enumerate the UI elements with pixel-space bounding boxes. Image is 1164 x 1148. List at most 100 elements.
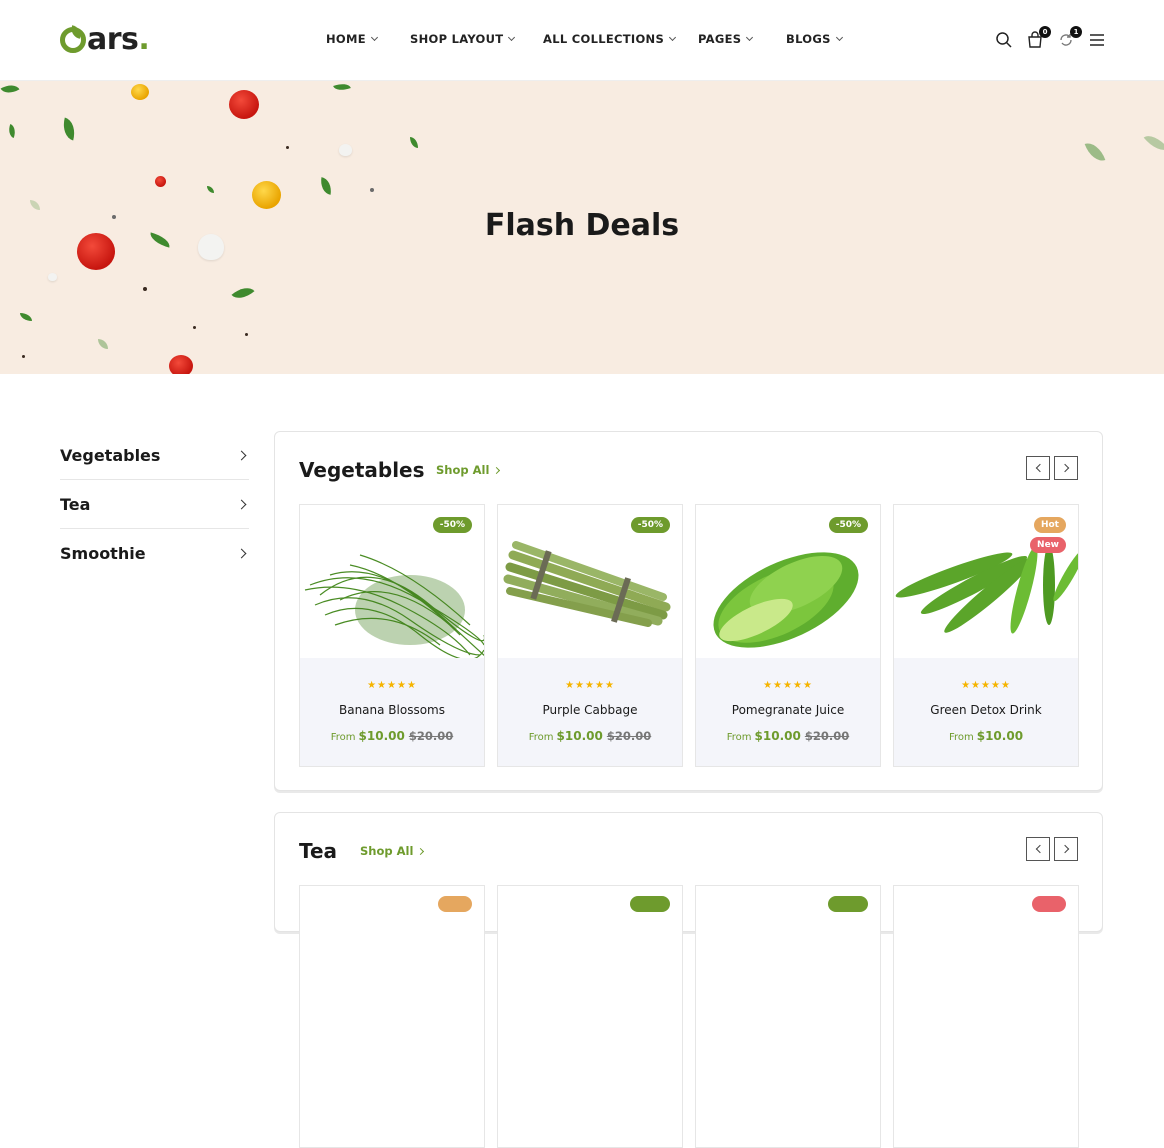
- rating-stars: ★★★★★: [367, 680, 417, 691]
- product-image[interactable]: -50%: [300, 505, 484, 658]
- leaf-decoration: [59, 117, 79, 141]
- logo[interactable]: ars .: [60, 22, 150, 58]
- product-card[interactable]: Hot New ★★★★★ Green Detox Drink From $10.…: [893, 504, 1079, 767]
- chevron-down-icon: [746, 33, 754, 42]
- nav-shop-layout[interactable]: SHOP LAYOUT: [410, 32, 516, 46]
- product-image[interactable]: Hot New: [894, 505, 1078, 658]
- leaf-decoration: [231, 281, 255, 305]
- product-card[interactable]: -50% ★★★★★ Banana Blossoms From $10.00 $20…: [299, 504, 485, 767]
- leaf-decoration: [98, 339, 108, 349]
- nav-pages[interactable]: PAGES: [698, 32, 754, 46]
- seed-decoration: [22, 355, 25, 358]
- seed-decoration: [286, 146, 289, 149]
- search-icon[interactable]: [995, 31, 1013, 49]
- chevron-down-icon: [370, 33, 378, 42]
- carousel-prev-button[interactable]: [1026, 456, 1050, 480]
- page-title: Flash Deals: [484, 208, 680, 243]
- product-info: ★★★★★ Banana Blossoms From $10.00 $20.00: [300, 658, 484, 766]
- product-price: From $10.00: [894, 729, 1078, 743]
- site-header: ars . HOME SHOP LAYOUT ALL COLLECTIONS P…: [0, 0, 1164, 81]
- leaf-decoration: [20, 313, 32, 321]
- shop-all-link[interactable]: Shop All: [436, 463, 501, 477]
- product-name[interactable]: Banana Blossoms: [300, 703, 484, 717]
- logo-text: ars: [87, 22, 139, 57]
- current-price: $10.00: [754, 729, 801, 743]
- product-name[interactable]: Purple Cabbage: [498, 703, 682, 717]
- rating-stars: ★★★★★: [763, 680, 813, 691]
- nav-home[interactable]: HOME: [326, 32, 378, 46]
- price-from-label: From: [948, 732, 974, 743]
- seed-decoration: [193, 326, 196, 329]
- menu-icon[interactable]: [1088, 31, 1106, 49]
- leaf-decoration: [410, 137, 418, 148]
- product-name[interactable]: Green Detox Drink: [894, 703, 1078, 717]
- product-card[interactable]: [695, 885, 881, 1148]
- leaf-decoration: [207, 186, 214, 193]
- product-info: ★★★★★ Purple Cabbage From $10.00 $20.00: [498, 658, 682, 766]
- leaf-decoration: [333, 81, 351, 94]
- product-price: From $10.00 $20.00: [498, 729, 682, 743]
- flash-deals-banner: Flash Deals: [0, 81, 1164, 374]
- compare-count-badge: 1: [1070, 26, 1082, 38]
- shop-all-link[interactable]: Shop All: [360, 844, 425, 858]
- sidebar-item-vegetables[interactable]: Vegetables: [60, 431, 249, 480]
- tomato-decoration: [131, 84, 149, 100]
- carousel-next-button[interactable]: [1054, 837, 1078, 861]
- chevron-left-icon: [1035, 844, 1044, 854]
- chevron-left-icon: [1035, 463, 1044, 473]
- chevron-right-icon: [236, 499, 247, 509]
- price-from-label: From: [528, 732, 554, 743]
- tomato-decoration: [169, 355, 193, 374]
- nav-all-collections[interactable]: ALL COLLECTIONS: [543, 32, 677, 46]
- nav-blogs[interactable]: BLOGS: [786, 32, 843, 46]
- compare-icon[interactable]: 1: [1057, 26, 1082, 49]
- leaf-decoration: [6, 123, 18, 139]
- section-title: Vegetables: [299, 458, 425, 482]
- product-image[interactable]: -50%: [696, 505, 880, 658]
- product-card[interactable]: [893, 885, 1079, 1148]
- chevron-down-icon: [835, 33, 843, 42]
- old-price: $20.00: [408, 729, 454, 743]
- vegetables-section: Vegetables Shop All -50% ★★★★★ Banana Bl…: [274, 431, 1103, 791]
- rating-stars: ★★★★★: [961, 680, 1011, 691]
- logo-dot: .: [138, 22, 150, 57]
- carousel-next-button[interactable]: [1054, 456, 1078, 480]
- discount-badge: -50%: [432, 517, 472, 533]
- discount-badge: -50%: [828, 517, 868, 533]
- badge: [828, 896, 868, 912]
- product-card[interactable]: [497, 885, 683, 1148]
- chevron-down-icon: [508, 33, 516, 42]
- chevron-right-icon: [417, 847, 425, 855]
- product-card[interactable]: -50% ★★★★★ Pomegranate Juice From $10.00 $…: [695, 504, 881, 767]
- cart-icon[interactable]: 0: [1026, 26, 1051, 49]
- category-sidebar: Vegetables Tea Smoothie: [60, 431, 249, 578]
- old-price: $20.00: [606, 729, 652, 743]
- leaf-decoration: [1084, 139, 1106, 165]
- garlic-decoration: [339, 144, 352, 156]
- nav-all-collections-label: ALL COLLECTIONS: [543, 32, 665, 46]
- sidebar-item-tea[interactable]: Tea: [60, 480, 249, 529]
- sidebar-item-label: Vegetables: [60, 445, 161, 465]
- product-info: ★★★★★ Green Detox Drink From $10.00: [894, 658, 1078, 766]
- product-image[interactable]: -50%: [498, 505, 682, 658]
- badge: [630, 896, 670, 912]
- tomato-decoration: [252, 181, 281, 209]
- leaf-decoration: [1143, 129, 1164, 157]
- shop-all-label: Shop All: [436, 463, 490, 477]
- nav-shop-layout-label: SHOP LAYOUT: [410, 32, 504, 46]
- product-card[interactable]: -50% ★★★★★ Purple Cabbage From $10.00 $20.…: [497, 504, 683, 767]
- hot-badge: Hot: [1033, 517, 1066, 533]
- sidebar-item-smoothie[interactable]: Smoothie: [60, 529, 249, 578]
- seed-decoration: [370, 188, 374, 192]
- seed-decoration: [143, 287, 147, 291]
- product-card[interactable]: [299, 885, 485, 1148]
- section-title: Tea: [299, 839, 338, 863]
- tea-section: Tea Shop All: [274, 812, 1103, 1148]
- chevron-down-icon: [669, 33, 677, 42]
- product-name[interactable]: Pomegranate Juice: [696, 703, 880, 717]
- sidebar-item-label: Smoothie: [60, 544, 146, 563]
- carousel-prev-button[interactable]: [1026, 837, 1050, 861]
- tomato-decoration: [155, 176, 166, 187]
- nav-pages-label: PAGES: [698, 32, 742, 46]
- product-price: From $10.00 $20.00: [696, 729, 880, 743]
